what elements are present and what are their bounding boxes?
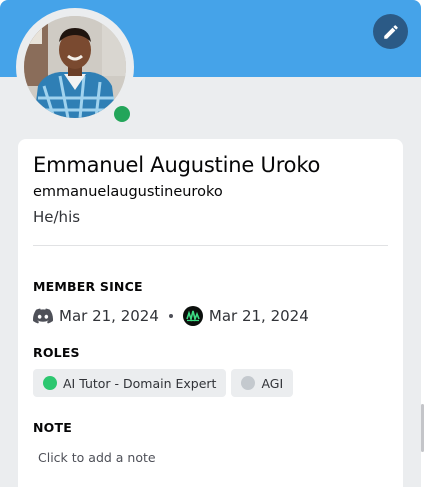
roles-heading: ROLES bbox=[33, 345, 80, 360]
server-icon[interactable] bbox=[182, 306, 203, 326]
avatar-container[interactable] bbox=[16, 8, 134, 126]
avatar[interactable] bbox=[24, 16, 126, 118]
edit-profile-button[interactable] bbox=[373, 14, 408, 49]
role-name: AGI bbox=[261, 375, 284, 391]
role-name: AI Tutor - Domain Expert bbox=[63, 375, 217, 391]
note-heading: NOTE bbox=[33, 420, 72, 435]
member-since-row: Mar 21, 2024 Mar 21, 2024 bbox=[33, 305, 309, 327]
server-logo-icon bbox=[186, 310, 200, 322]
pencil-icon bbox=[383, 24, 398, 39]
discord-join-date: Mar 21, 2024 bbox=[59, 307, 159, 325]
member-since-heading: MEMBER SINCE bbox=[33, 279, 143, 294]
scrollbar-thumb[interactable] bbox=[421, 404, 424, 452]
avatar-photo bbox=[24, 16, 126, 118]
note-input[interactable]: Click to add a note bbox=[33, 445, 388, 469]
role-color-dot[interactable] bbox=[241, 376, 256, 390]
roles-list: AI Tutor - Domain Expert AGI bbox=[33, 369, 294, 397]
separator-dot bbox=[168, 314, 173, 318]
profile-card: Emmanuel Augustine Uroko emmanuelaugusti… bbox=[18, 139, 403, 487]
online-status-dot bbox=[114, 106, 130, 122]
divider bbox=[33, 245, 388, 246]
role-pill-agi[interactable]: AGI bbox=[231, 369, 294, 397]
display-name: Emmanuel Augustine Uroko bbox=[33, 153, 321, 177]
status-indicator bbox=[111, 103, 133, 125]
username[interactable]: emmanuelaugustineuroko bbox=[33, 184, 223, 200]
user-profile-popout: Emmanuel Augustine Uroko emmanuelaugusti… bbox=[0, 0, 421, 487]
role-color-dot[interactable] bbox=[43, 376, 57, 390]
discord-icon[interactable] bbox=[33, 308, 53, 324]
role-pill-ai-tutor[interactable]: AI Tutor - Domain Expert bbox=[33, 369, 227, 397]
pronouns: He/his bbox=[33, 208, 81, 226]
server-join-date: Mar 21, 2024 bbox=[208, 307, 309, 325]
